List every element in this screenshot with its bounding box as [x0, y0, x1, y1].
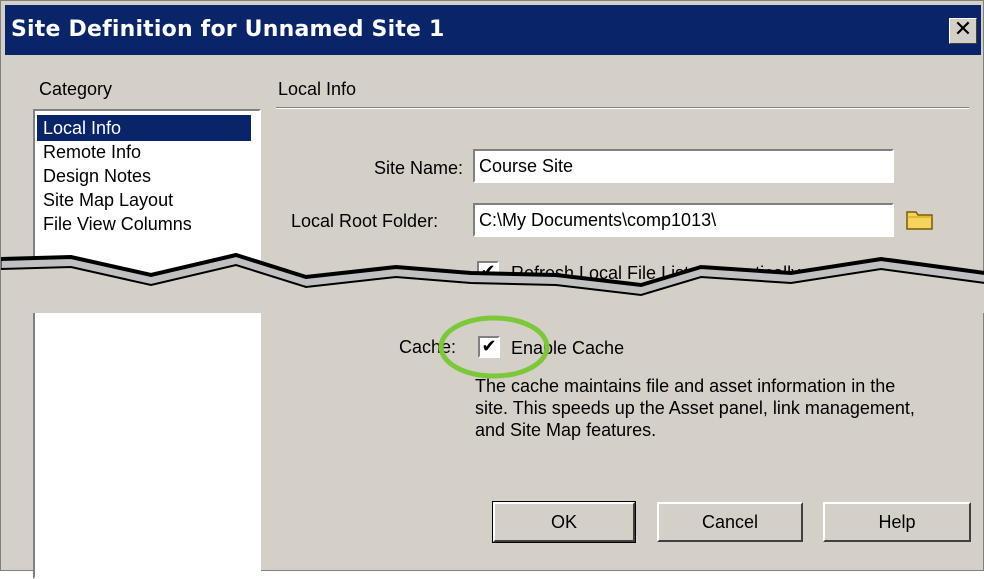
- category-item-design-notes[interactable]: Design Notes: [37, 163, 251, 189]
- category-item-site-map-layout[interactable]: Site Map Layout: [37, 187, 251, 213]
- dialog-title: Site Definition for Unnamed Site 1: [11, 17, 445, 42]
- help-button[interactable]: Help: [823, 502, 971, 542]
- cache-description: The cache maintains file and asset infor…: [475, 376, 915, 440]
- local-root-folder-label: Local Root Folder:: [291, 211, 439, 231]
- folder-icon[interactable]: [905, 207, 935, 231]
- cancel-button[interactable]: Cancel: [657, 502, 803, 542]
- site-definition-dialog: Site Definition for Unnamed Site 1 ✕ Cat…: [0, 0, 984, 579]
- panel-heading: Local Info: [278, 79, 357, 99]
- local-root-folder-input[interactable]: C:\My Documents\comp1013\: [473, 203, 894, 237]
- site-name-input[interactable]: Course Site: [473, 149, 894, 183]
- ok-button[interactable]: OK: [492, 501, 636, 543]
- heading-divider: [276, 107, 969, 109]
- site-name-label: Site Name:: [374, 158, 464, 178]
- tear-break-graphic: [1, 252, 984, 313]
- title-bar: Site Definition for Unnamed Site 1 ✕: [5, 5, 981, 55]
- category-item-local-info[interactable]: Local Info: [37, 115, 251, 141]
- close-button[interactable]: ✕: [949, 18, 977, 44]
- highlight-circle-annotation: [438, 315, 550, 379]
- category-heading: Category: [39, 79, 113, 99]
- category-item-remote-info[interactable]: Remote Info: [37, 139, 251, 165]
- category-list[interactable]: Local Info Remote Info Design Notes Site…: [33, 109, 261, 579]
